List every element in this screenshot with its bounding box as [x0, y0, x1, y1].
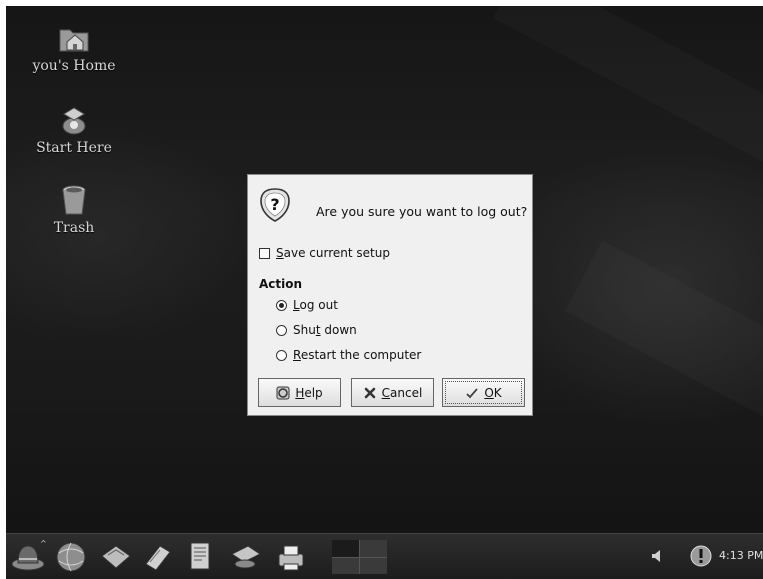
workspace-switcher[interactable] — [332, 540, 387, 574]
radio-button[interactable] — [276, 349, 287, 361]
desktop-icon-trash[interactable]: Trash — [24, 182, 124, 236]
workspace-2[interactable] — [360, 540, 387, 557]
radio-restart[interactable]: Restart the computer — [276, 348, 421, 362]
workspace-1[interactable] — [332, 540, 359, 557]
help-icon — [276, 386, 290, 399]
help-button[interactable]: Help — [258, 378, 341, 407]
home-folder-icon — [59, 29, 89, 52]
checkbox-box[interactable] — [259, 247, 270, 259]
desktop-icon-label: Start Here — [36, 140, 112, 156]
ok-button[interactable]: OK — [442, 378, 525, 407]
workspace-4[interactable] — [360, 557, 387, 574]
wallpaper-streak — [565, 240, 763, 451]
question-icon: ? — [260, 188, 290, 222]
cancel-icon — [364, 387, 375, 398]
desktop-icon-home[interactable]: you's Home — [24, 20, 124, 74]
svg-text:^: ^ — [40, 539, 46, 548]
radio-label: Shut down — [293, 323, 357, 337]
wallpaper-streak — [493, 6, 763, 187]
action-heading: Action — [259, 277, 303, 291]
printer-icon[interactable] — [273, 538, 309, 576]
cancel-button[interactable]: Cancel — [351, 378, 434, 407]
update-alert-icon[interactable] — [689, 544, 713, 568]
radio-label: Restart the computer — [293, 348, 422, 362]
logout-dialog: ? Are you sure you want to log out? Save… — [247, 174, 533, 416]
radio-log-out[interactable]: Log out — [276, 298, 338, 312]
ok-check-icon — [466, 387, 479, 398]
workspace-3[interactable] — [332, 557, 359, 574]
panel-clock[interactable]: 4:13 PM — [719, 549, 763, 562]
desktop-icon-label: you's Home — [32, 58, 116, 74]
save-setup-label: Save current setup — [276, 246, 390, 260]
radio-button[interactable] — [276, 324, 287, 336]
volume-icon[interactable] — [650, 548, 666, 564]
save-setup-checkbox[interactable]: Save current setup — [259, 246, 390, 260]
email-icon[interactable] — [98, 538, 134, 576]
start-here-icon — [62, 107, 86, 135]
svg-text:?: ? — [270, 195, 279, 214]
text-editor-icon[interactable] — [140, 538, 176, 576]
office-writer-icon[interactable] — [182, 538, 218, 576]
trash-icon — [62, 185, 86, 215]
radio-button[interactable] — [276, 299, 287, 311]
web-browser-icon[interactable] — [53, 538, 89, 576]
main-menu-icon[interactable]: ^ — [10, 538, 46, 576]
desktop-icon-start-here[interactable]: Start Here — [24, 102, 124, 156]
dialog-question: Are you sure you want to log out? — [316, 204, 528, 219]
radio-shut-down[interactable]: Shut down — [276, 323, 357, 337]
desktop-icon-label: Trash — [53, 220, 95, 236]
desktop: you's Home Start Here Trash ? Are you su… — [6, 6, 763, 579]
radio-label: Log out — [293, 298, 338, 312]
office-presentation-icon[interactable] — [228, 538, 264, 576]
bottom-panel: ^ 4:13 PM — [6, 533, 763, 579]
